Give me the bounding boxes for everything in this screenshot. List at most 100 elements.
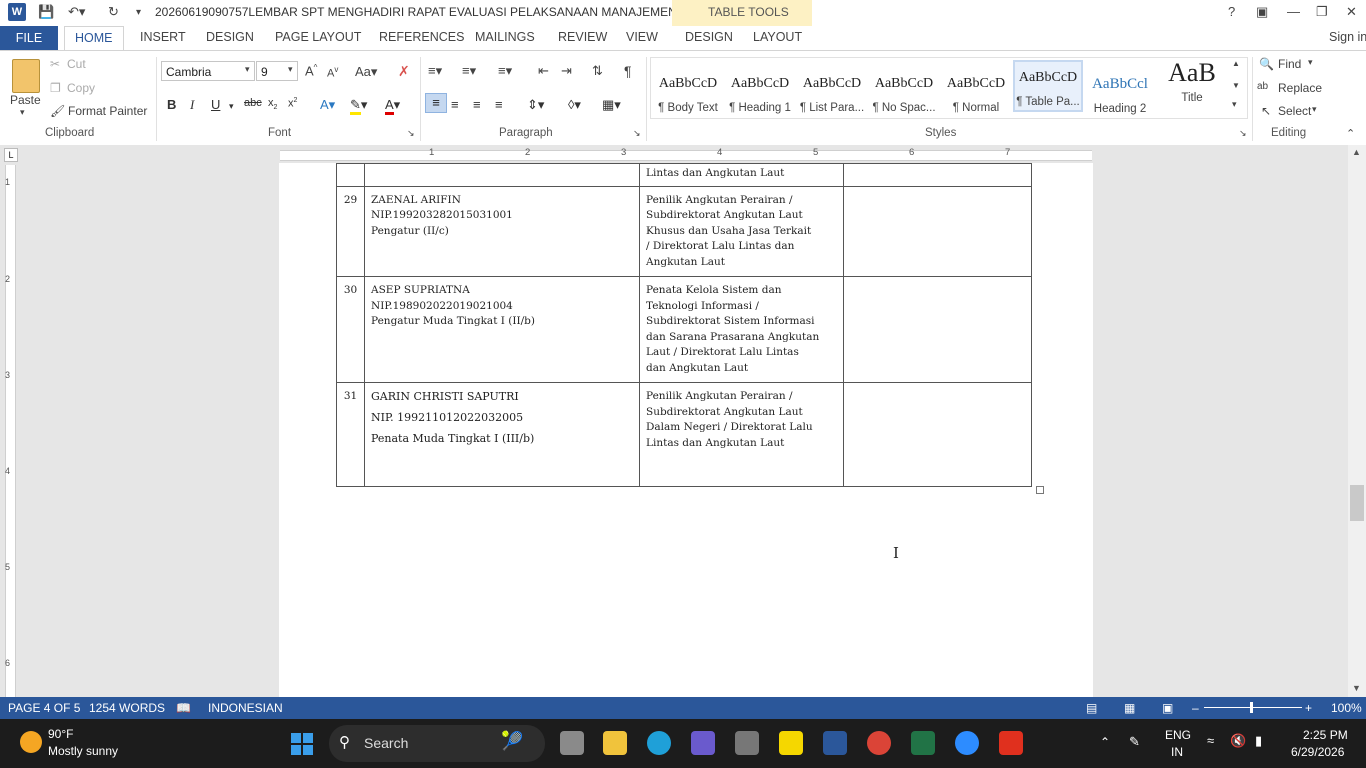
bullets-icon[interactable]: ≡▾: [428, 63, 442, 79]
weather-temp[interactable]: 90°F: [48, 727, 73, 741]
input-region[interactable]: IN: [1171, 745, 1183, 759]
align-center-icon[interactable]: ≡: [451, 97, 459, 112]
scroll-thumb[interactable]: [1350, 485, 1364, 521]
tab-references[interactable]: REFERENCES: [379, 30, 464, 44]
shrink-font-icon[interactable]: Av: [327, 65, 338, 80]
web-layout-icon[interactable]: ▣: [1162, 701, 1173, 715]
tab-mailings[interactable]: MAILINGS: [475, 30, 535, 44]
align-right-icon[interactable]: ≡: [473, 97, 481, 112]
help-icon[interactable]: ?: [1228, 4, 1235, 19]
style-title[interactable]: AaB Title: [1157, 58, 1227, 110]
camera-icon[interactable]: [735, 731, 759, 755]
zoom-out-icon[interactable]: –: [1192, 701, 1199, 715]
empty-cell[interactable]: [843, 276, 1032, 383]
tab-insert[interactable]: INSERT: [140, 30, 186, 44]
zoom-in-icon[interactable]: +: [1305, 701, 1312, 715]
styles-scroll-up-icon[interactable]: ▲: [1232, 59, 1240, 68]
clock-date[interactable]: 6/29/2026: [1291, 745, 1344, 759]
language-label[interactable]: INDONESIAN: [208, 701, 283, 715]
tab-design[interactable]: DESIGN: [206, 30, 254, 44]
table-row[interactable]: Lintas dan Angkutan Laut: [336, 163, 1032, 187]
paste-button[interactable]: Paste: [10, 93, 41, 107]
shading-icon[interactable]: ◊▾: [568, 97, 581, 113]
weather-desc[interactable]: Mostly sunny: [48, 744, 118, 758]
highlight-icon[interactable]: ✎▾: [350, 97, 367, 115]
document-page[interactable]: Lintas dan Angkutan Laut 29 ZAENAL ARIFI…: [279, 163, 1093, 697]
table-row[interactable]: 30 ASEP SUPRIATNA NIP.198902022019021004…: [336, 276, 1032, 383]
tab-table-design[interactable]: DESIGN: [685, 30, 733, 44]
restore-icon[interactable]: ❐: [1316, 4, 1328, 20]
chevron-down-icon[interactable]: ▾: [229, 101, 234, 112]
table-row[interactable]: 29 ZAENAL ARIFIN NIP.199203282015031001 …: [336, 185, 1032, 277]
cut-button[interactable]: Cut: [67, 57, 86, 71]
tab-view[interactable]: VIEW: [626, 30, 658, 44]
staff-table[interactable]: Lintas dan Angkutan Laut 29 ZAENAL ARIFI…: [336, 163, 1032, 487]
collapse-ribbon-icon[interactable]: ⌃: [1346, 127, 1355, 140]
underline-icon[interactable]: U: [211, 97, 220, 112]
chevron-down-icon[interactable]: ▾: [1308, 57, 1313, 68]
name-cell[interactable]: ZAENAL ARIFIN NIP.199203282015031001 Pen…: [364, 185, 640, 277]
search-box[interactable]: ⚲ Search 🎾: [329, 725, 545, 762]
chevron-down-icon[interactable]: ▾: [1312, 104, 1317, 115]
font-name-combo[interactable]: Cambria: [161, 61, 255, 81]
paragraph-dialog-launcher-icon[interactable]: ↘: [633, 128, 641, 139]
position-cell[interactable]: Penilik Angkutan Perairan / Subdirektora…: [639, 382, 844, 487]
print-layout-icon[interactable]: ▦: [1124, 701, 1135, 715]
app-icon[interactable]: [691, 731, 715, 755]
tab-review[interactable]: REVIEW: [558, 30, 607, 44]
edge-icon[interactable]: [647, 731, 671, 755]
word-icon[interactable]: [823, 731, 847, 755]
style-no-spacing[interactable]: AaBbCcD ¶ No Spac...: [869, 68, 939, 120]
horizontal-ruler[interactable]: L 1 2 3 4 5 6 7: [0, 145, 1366, 163]
word-app-icon[interactable]: W: [8, 3, 26, 21]
wifi-icon[interactable]: ≈: [1207, 733, 1214, 748]
show-formatting-icon[interactable]: ¶: [624, 63, 632, 79]
tab-file[interactable]: FILE: [0, 26, 58, 50]
styles-more-icon[interactable]: ▾: [1232, 99, 1237, 110]
battery-icon[interactable]: ▮: [1255, 733, 1262, 749]
minimize-icon[interactable]: —: [1287, 4, 1300, 19]
zoom-icon[interactable]: [955, 731, 979, 755]
line-spacing-icon[interactable]: ⇕▾: [527, 97, 544, 113]
zoom-level[interactable]: 100%: [1331, 701, 1362, 715]
format-painter-button[interactable]: Format Painter: [68, 104, 147, 118]
tab-home[interactable]: HOME: [64, 26, 124, 50]
strikethrough-icon[interactable]: abc: [244, 97, 262, 109]
multilevel-list-icon[interactable]: ≡▾: [498, 63, 512, 79]
page-count[interactable]: PAGE 4 OF 5: [8, 701, 80, 715]
tab-page-layout[interactable]: PAGE LAYOUT: [275, 30, 361, 44]
save-icon[interactable]: 💾: [38, 4, 54, 20]
clock-time[interactable]: 2:25 PM: [1303, 728, 1348, 742]
superscript-icon[interactable]: x2: [288, 97, 297, 110]
numbering-icon[interactable]: ≡▾: [462, 63, 476, 79]
decrease-indent-icon[interactable]: ⇤: [538, 63, 549, 79]
font-dialog-launcher-icon[interactable]: ↘: [407, 128, 415, 139]
pdf-icon[interactable]: [999, 731, 1023, 755]
style-heading-2[interactable]: AaBbCcl Heading 2: [1085, 68, 1155, 120]
tray-chevron-icon[interactable]: ⌃: [1100, 735, 1110, 749]
row-number[interactable]: 30: [336, 276, 365, 383]
start-icon[interactable]: [291, 733, 313, 755]
font-color-icon[interactable]: A▾: [385, 97, 400, 115]
position-cell[interactable]: Penata Kelola Sistem dan Teknologi Infor…: [639, 276, 844, 383]
table-row[interactable]: 31 GARIN CHRISTI SAPUTRI NIP. 1992110120…: [336, 382, 1032, 487]
style-table-paragraph[interactable]: AaBbCcD ¶ Table Pa...: [1013, 60, 1083, 112]
sign-in-link[interactable]: Sign in: [1329, 30, 1366, 44]
style-normal[interactable]: AaBbCcD ¶ Normal: [941, 68, 1011, 120]
borders-icon[interactable]: ▦▾: [602, 97, 621, 113]
customize-toolbar-icon[interactable]: ▾: [136, 7, 141, 18]
style-list-paragraph[interactable]: AaBbCcD ¶ List Para...: [797, 68, 867, 120]
clear-formatting-icon[interactable]: ✗: [398, 63, 410, 80]
chrome-icon[interactable]: [867, 731, 891, 755]
name-cell[interactable]: ASEP SUPRIATNA NIP.198902022019021004 Pe…: [364, 276, 640, 383]
name-cell[interactable]: GARIN CHRISTI SAPUTRI NIP. 1992110120220…: [364, 382, 640, 487]
file-explorer-icon[interactable]: [603, 731, 627, 755]
copy-button[interactable]: Copy: [67, 81, 95, 95]
empty-cell[interactable]: [843, 185, 1032, 277]
scroll-up-icon[interactable]: ▲: [1352, 147, 1361, 157]
vertical-ruler[interactable]: 1 2 3 4 5 6: [0, 165, 18, 697]
text-effects-icon[interactable]: A▾: [320, 97, 335, 113]
find-button[interactable]: Find: [1278, 57, 1301, 71]
scroll-down-icon[interactable]: ▼: [1352, 683, 1361, 693]
row-number[interactable]: 29: [336, 185, 365, 277]
